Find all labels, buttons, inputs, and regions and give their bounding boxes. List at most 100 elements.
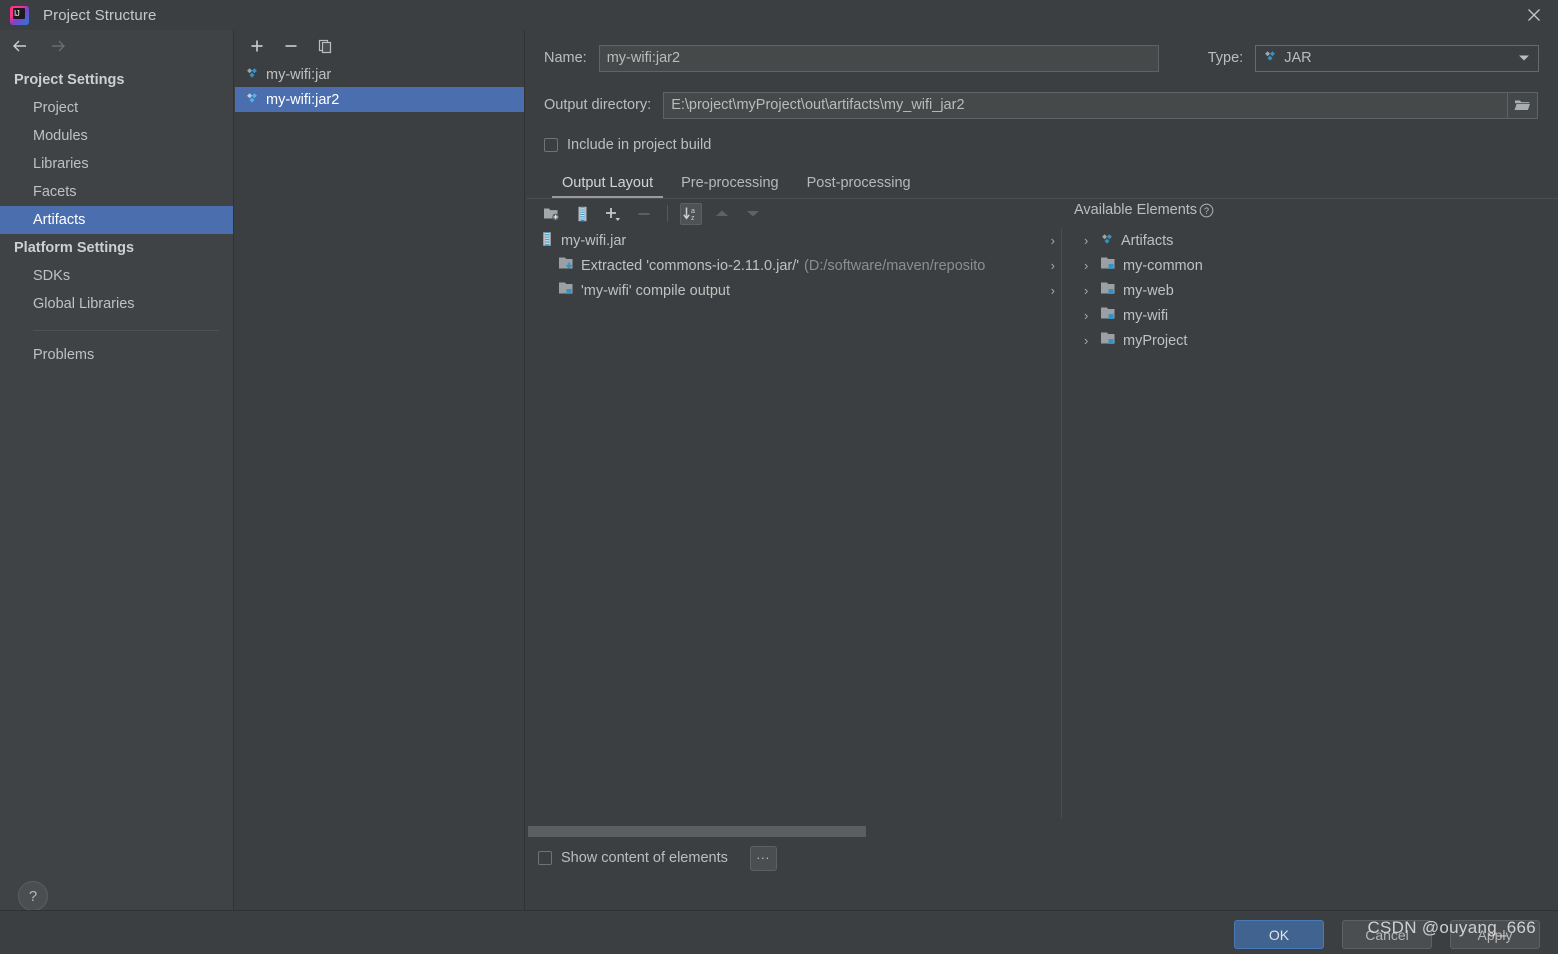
tree-row[interactable]: my-wifi.jar › xyxy=(526,228,1061,253)
chevron-right-icon[interactable]: › xyxy=(1051,258,1055,273)
svg-text:?: ? xyxy=(1204,206,1209,216)
layout-panes: my-wifi.jar › Extracted 'commons-io-2.11… xyxy=(526,202,1558,818)
horizontal-scrollbar[interactable] xyxy=(528,826,1556,837)
artifact-list-item-label: my-wifi:jar xyxy=(266,66,332,83)
show-content-bar: Show content of elements ... xyxy=(526,837,1558,879)
artifact-list-item-label: my-wifi:jar2 xyxy=(266,91,340,108)
artifact-list-item[interactable]: my-wifi:jar2 xyxy=(235,87,524,112)
artifact-type-value: JAR xyxy=(1284,50,1312,66)
folder-open-icon[interactable] xyxy=(1508,91,1539,119)
sort-alphabetically-button[interactable]: a z xyxy=(680,202,702,225)
module-output-icon xyxy=(1100,331,1116,350)
sidebar-item-global-libraries[interactable]: Global Libraries xyxy=(0,290,233,318)
chevron-right-icon[interactable]: › xyxy=(1084,333,1100,348)
checkbox-box xyxy=(538,851,552,865)
module-output-icon xyxy=(1100,256,1116,275)
available-elements-title: Available Elements xyxy=(1074,202,1198,218)
sidebar-item-project[interactable]: Project xyxy=(0,94,233,122)
svg-text:z: z xyxy=(691,215,695,222)
copy-artifact-button[interactable] xyxy=(315,36,335,56)
chevron-down-icon xyxy=(1518,49,1530,67)
apply-button[interactable]: Apply xyxy=(1450,920,1540,949)
arrow-left-icon[interactable] xyxy=(10,38,32,59)
chevron-right-icon[interactable]: › xyxy=(1084,308,1100,323)
available-element-row[interactable]: › my-web xyxy=(1062,278,1558,303)
tree-row[interactable]: Extracted 'commons-io-2.11.0.jar/' (D:/s… xyxy=(526,253,1061,278)
more-options-button[interactable]: ... xyxy=(749,845,777,871)
available-element-label: my-common xyxy=(1123,257,1203,274)
artifact-diamond-icon xyxy=(1100,232,1114,250)
artifacts-toolbar xyxy=(235,30,524,62)
tree-row-label: Extracted 'commons-io-2.11.0.jar/' xyxy=(581,257,800,274)
sidebar-item-libraries[interactable]: Libraries xyxy=(0,150,233,178)
move-down-button[interactable] xyxy=(742,203,764,225)
checkbox-box xyxy=(544,138,558,152)
output-directory-input[interactable] xyxy=(663,91,1509,119)
artifact-diamond-icon xyxy=(1263,49,1277,68)
tab-post-processing[interactable]: Post-processing xyxy=(793,171,925,198)
available-element-label: Artifacts xyxy=(1121,232,1174,249)
chevron-right-icon[interactable]: › xyxy=(1051,233,1055,248)
project-structure-dialog: IJ Project Structure Project Settings Pr… xyxy=(0,0,1558,954)
sidebar-item-problems[interactable]: Problems xyxy=(0,341,233,369)
module-output-icon xyxy=(1100,281,1116,300)
create-archive-button[interactable] xyxy=(571,203,593,225)
chevron-right-icon[interactable]: › xyxy=(1084,258,1100,273)
sidebar-item-modules[interactable]: Modules xyxy=(0,122,233,150)
add-artifact-button[interactable] xyxy=(247,36,267,56)
help-button[interactable]: ? xyxy=(18,881,48,911)
move-up-button[interactable] xyxy=(711,203,733,225)
artifact-list-item[interactable]: my-wifi:jar xyxy=(235,62,524,87)
sidebar-item-artifacts[interactable]: Artifacts xyxy=(0,206,233,234)
sidebar-item-facets[interactable]: Facets xyxy=(0,178,233,206)
add-copy-of-button[interactable] xyxy=(602,203,624,225)
arrow-right-icon[interactable] xyxy=(48,38,70,59)
dialog-footer: OK Cancel Apply xyxy=(0,910,1558,954)
show-content-of-elements-label: Show content of elements xyxy=(561,850,728,866)
remove-element-button[interactable] xyxy=(633,203,655,225)
show-content-of-elements-checkbox[interactable]: Show content of elements xyxy=(538,850,728,866)
tab-output-layout[interactable]: Output Layout xyxy=(548,171,667,198)
artifact-diamond-icon xyxy=(245,66,259,84)
chevron-right-icon[interactable]: › xyxy=(1051,283,1055,298)
name-label: Name: xyxy=(544,50,587,66)
close-icon[interactable] xyxy=(1510,0,1558,30)
available-element-row[interactable]: › my-wifi xyxy=(1062,303,1558,328)
module-output-icon xyxy=(558,281,574,300)
include-in-project-build-checkbox[interactable]: Include in project build xyxy=(544,137,711,153)
window-title: Project Structure xyxy=(43,6,157,24)
tree-row-path: (D:/software/maven/reposito xyxy=(804,257,986,274)
tree-row[interactable]: 'my-wifi' compile output › xyxy=(526,278,1061,303)
titlebar: IJ Project Structure xyxy=(0,0,1558,30)
available-element-row[interactable]: › my-common xyxy=(1062,253,1558,278)
scrollbar-thumb[interactable] xyxy=(528,826,866,837)
available-element-row[interactable]: › Artifacts xyxy=(1062,228,1558,253)
create-directory-button[interactable] xyxy=(540,203,562,225)
available-element-label: my-web xyxy=(1123,282,1174,299)
sidebar-item-sdks[interactable]: SDKs xyxy=(0,262,233,290)
available-element-row[interactable]: › myProject xyxy=(1062,328,1558,353)
name-type-row: Name: Type: JAR xyxy=(526,30,1558,86)
artifact-type-dropdown[interactable]: JAR xyxy=(1255,44,1540,72)
intellij-idea-logo-icon: IJ xyxy=(10,5,29,25)
sidebar-group-platform-settings: Platform Settings xyxy=(14,240,135,256)
editor-tabs: Output Layout Pre-processing Post-proces… xyxy=(526,166,1558,198)
chevron-right-icon[interactable]: › xyxy=(1084,283,1100,298)
artifact-editor-panel: Name: Type: JAR Output directory: xyxy=(526,30,1558,910)
remove-artifact-button[interactable] xyxy=(281,36,301,56)
output-layout-toolbar: a z xyxy=(526,199,1558,228)
cancel-button[interactable]: Cancel xyxy=(1342,920,1432,949)
artifact-name-input[interactable] xyxy=(598,44,1159,72)
output-layout-tree: my-wifi.jar › Extracted 'commons-io-2.11… xyxy=(526,228,1061,818)
chevron-right-icon[interactable]: › xyxy=(1084,233,1100,248)
navigation-arrows xyxy=(0,30,233,66)
sidebar: Project Settings Project Modules Librari… xyxy=(0,30,234,911)
artifacts-list: my-wifi:jar my-wifi:jar2 xyxy=(235,62,524,112)
ok-button[interactable]: OK xyxy=(1234,920,1324,949)
module-output-icon xyxy=(1100,306,1116,325)
question-circle-icon[interactable]: ? xyxy=(1199,203,1214,218)
type-label: Type: xyxy=(1207,50,1244,66)
archive-icon xyxy=(540,231,554,251)
tab-pre-processing[interactable]: Pre-processing xyxy=(667,171,793,198)
available-element-label: my-wifi xyxy=(1123,307,1169,324)
